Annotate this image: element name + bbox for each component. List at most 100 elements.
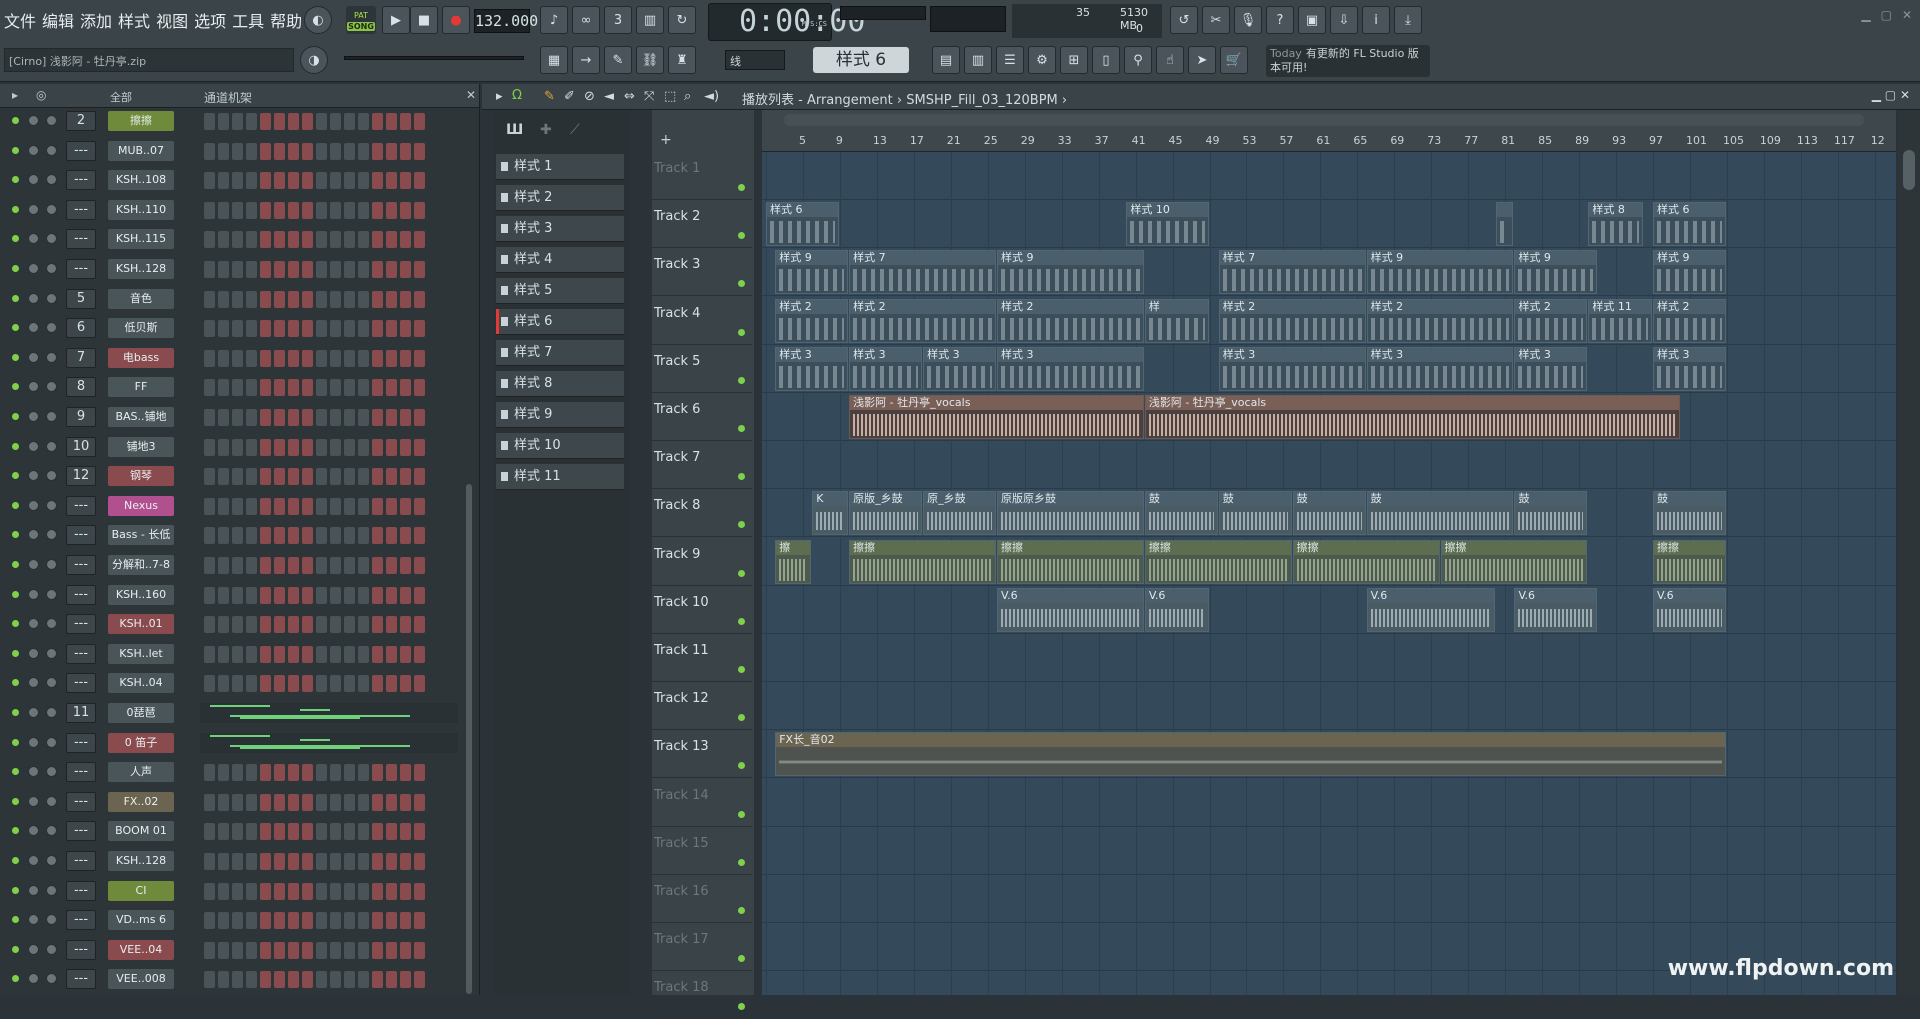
step-button[interactable] <box>204 231 215 248</box>
track-enable-led[interactable] <box>738 811 745 818</box>
step-button[interactable] <box>288 883 299 900</box>
mixer-track-number[interactable]: --- <box>66 940 96 960</box>
step-button[interactable] <box>204 971 215 988</box>
step-button[interactable] <box>204 942 215 959</box>
step-sequencer[interactable] <box>204 587 425 604</box>
clip-green[interactable]: 擦擦 <box>1145 540 1292 584</box>
step-button[interactable] <box>204 794 215 811</box>
track-enable-led[interactable] <box>738 666 745 673</box>
track-enable-led[interactable] <box>738 377 745 384</box>
step-button[interactable] <box>246 883 257 900</box>
track-header[interactable]: Track 7 <box>652 441 752 489</box>
track-header[interactable]: Track 8 <box>652 489 752 537</box>
step-button[interactable] <box>372 409 383 426</box>
step-button[interactable] <box>414 143 425 160</box>
step-button[interactable] <box>246 971 257 988</box>
pan-knob[interactable] <box>28 500 39 511</box>
step-button[interactable] <box>386 320 397 337</box>
step-button[interactable] <box>274 823 285 840</box>
clip-pat[interactable]: 样式 3 <box>849 347 922 391</box>
channel-mute-led[interactable] <box>12 946 19 953</box>
menu-item[interactable]: 选项 <box>194 8 226 32</box>
step-button[interactable] <box>386 853 397 870</box>
step-button[interactable] <box>316 764 327 781</box>
step-button[interactable] <box>344 143 355 160</box>
step-button[interactable] <box>330 350 341 367</box>
mixer-track-number[interactable]: 7 <box>66 348 96 368</box>
step-button[interactable] <box>358 557 369 574</box>
step-button[interactable] <box>372 823 383 840</box>
step-sequencer[interactable] <box>204 291 425 308</box>
step-button[interactable] <box>274 853 285 870</box>
step-button[interactable] <box>316 231 327 248</box>
step-button[interactable] <box>400 143 411 160</box>
step-sequencer[interactable] <box>204 350 425 367</box>
clip-pat[interactable]: 样式 3 <box>997 347 1144 391</box>
channel-mute-led[interactable] <box>12 354 19 361</box>
step-button[interactable] <box>316 616 327 633</box>
channel-row[interactable]: 12钢琴 <box>0 463 478 489</box>
step-button[interactable] <box>302 202 313 219</box>
step-button[interactable] <box>330 883 341 900</box>
step-button[interactable] <box>400 172 411 189</box>
volume-knob[interactable] <box>46 322 57 333</box>
channel-name-button[interactable]: KSH..04 <box>108 673 174 693</box>
step-button[interactable] <box>414 113 425 130</box>
step-button[interactable] <box>274 379 285 396</box>
step-sequencer[interactable] <box>204 912 425 929</box>
pan-knob[interactable] <box>28 737 39 748</box>
step-button[interactable] <box>316 527 327 544</box>
channel-row[interactable]: ---人声 <box>0 759 478 785</box>
step-button[interactable] <box>260 231 271 248</box>
step-button[interactable] <box>260 350 271 367</box>
track-header[interactable]: Track 13 <box>652 730 752 778</box>
step-button[interactable] <box>218 942 229 959</box>
step-button[interactable] <box>274 557 285 574</box>
step-button[interactable] <box>386 616 397 633</box>
step-button[interactable] <box>302 320 313 337</box>
step-button[interactable] <box>372 231 383 248</box>
step-button[interactable] <box>372 261 383 278</box>
channel-name-button[interactable]: 擦擦 <box>108 111 174 131</box>
track-enable-led[interactable] <box>738 280 745 287</box>
step-button[interactable] <box>330 202 341 219</box>
step-button[interactable] <box>400 231 411 248</box>
browser-icon[interactable]: ⚙ <box>1028 46 1056 74</box>
step-button[interactable] <box>414 350 425 367</box>
step-button[interactable] <box>288 409 299 426</box>
help-icon[interactable]: ? <box>1266 6 1294 34</box>
clip-pat[interactable]: 样式 7 <box>1219 250 1366 294</box>
pan-knob[interactable] <box>28 825 39 836</box>
step-button[interactable] <box>204 557 215 574</box>
mixer-track-number[interactable]: 2 <box>66 111 96 131</box>
track-enable-led[interactable] <box>738 329 745 336</box>
step-button[interactable] <box>316 379 327 396</box>
step-button[interactable] <box>246 794 257 811</box>
clip-pat[interactable]: 样式 2 <box>1514 299 1587 343</box>
step-button[interactable] <box>288 971 299 988</box>
mixer-track-number[interactable]: 11 <box>66 703 96 723</box>
countdown-icon[interactable]: 3 <box>604 6 632 34</box>
channel-name-button[interactable]: KSH..128 <box>108 259 174 279</box>
play-button[interactable]: ▶ <box>382 6 410 34</box>
step-button[interactable] <box>330 468 341 485</box>
step-edit-icon[interactable]: ▥ <box>636 6 664 34</box>
picker-patterns-icon[interactable]: Ш <box>506 122 523 138</box>
step-button[interactable] <box>316 942 327 959</box>
volume-knob[interactable] <box>46 707 57 718</box>
channel-mute-led[interactable] <box>12 739 19 746</box>
step-button[interactable] <box>330 853 341 870</box>
file-icon[interactable]: ▯ <box>1092 46 1120 74</box>
clip-audio[interactable]: 鼓 <box>1514 491 1587 535</box>
step-button[interactable] <box>232 853 243 870</box>
volume-knob[interactable] <box>46 500 57 511</box>
step-sequencer[interactable] <box>204 143 425 160</box>
step-button[interactable] <box>344 616 355 633</box>
step-button[interactable] <box>358 379 369 396</box>
step-button[interactable] <box>218 853 229 870</box>
volume-knob[interactable] <box>46 381 57 392</box>
channel-name-button[interactable]: 铺地3 <box>108 437 174 457</box>
step-button[interactable] <box>218 143 229 160</box>
plugin-picker-icon[interactable]: ⊞ <box>1060 46 1088 74</box>
clip-vocal[interactable]: 浅影阿 - 牡丹亭_vocals <box>849 395 1144 439</box>
